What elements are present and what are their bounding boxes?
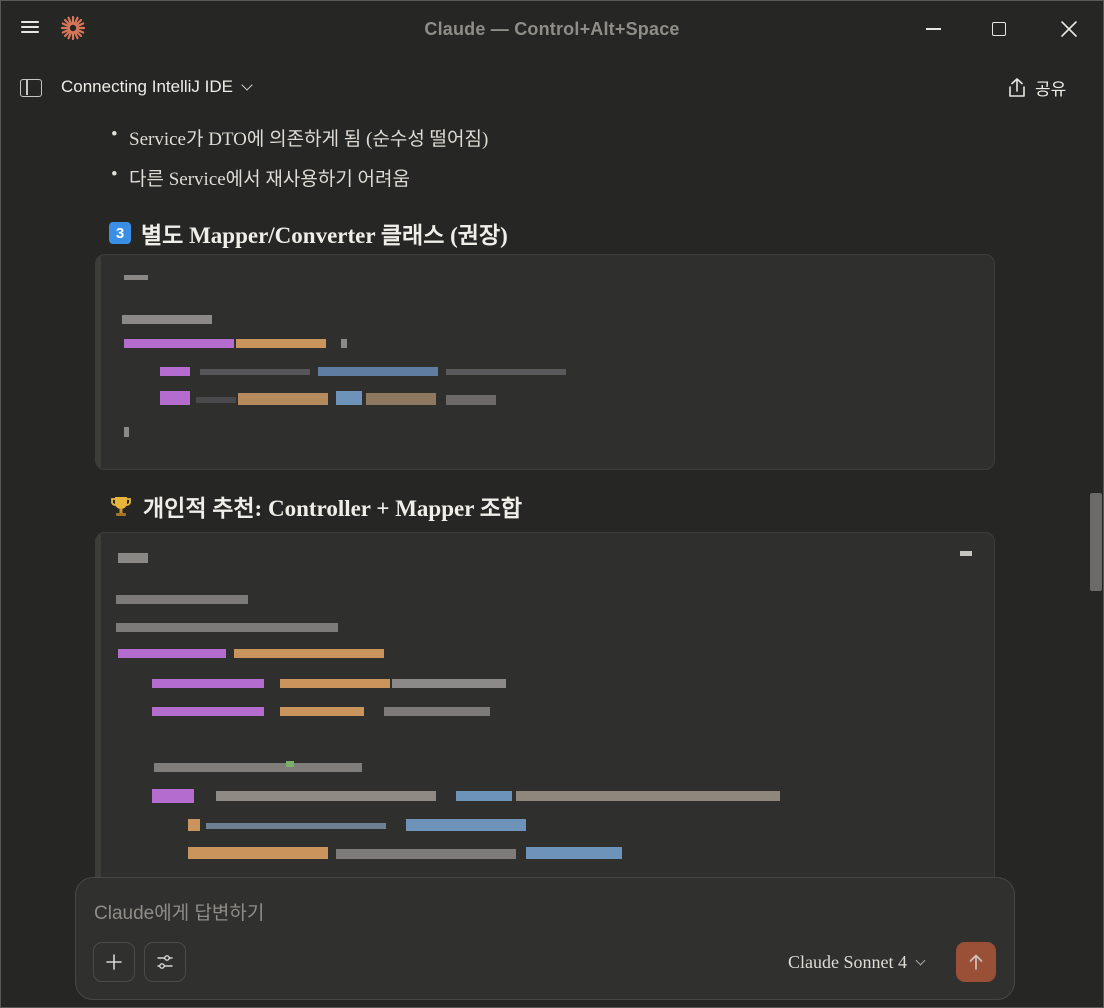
number-badge: 3 bbox=[109, 222, 131, 244]
conversation: Service가 DTO에 의존하게 됨 (순수성 떨어짐) 다른 Servic… bbox=[1, 111, 1103, 881]
recommendation-heading: 개인적 추천: Controller + Mapper 조합 bbox=[109, 489, 522, 523]
app-window: Claude — Control+Alt+Space Connecting In… bbox=[0, 0, 1104, 1008]
section-title: 별도 Mapper/Converter 클래스 (권장) bbox=[141, 223, 508, 248]
chevron-down-icon bbox=[915, 955, 926, 966]
close-icon[interactable] bbox=[1047, 13, 1091, 45]
recommendation-title: 개인적 추천: Controller + Mapper 조합 bbox=[143, 496, 523, 521]
code-block[interactable] bbox=[95, 532, 995, 881]
minimize-icon[interactable] bbox=[911, 13, 955, 45]
list-item: 다른 Service에서 재사용하기 어려움 bbox=[111, 164, 410, 191]
title-bar: Claude — Control+Alt+Space bbox=[1, 1, 1103, 57]
model-name: Claude Sonnet 4 bbox=[788, 952, 907, 972]
chevron-down-icon bbox=[241, 79, 253, 91]
plus-icon bbox=[106, 954, 122, 970]
sliders-icon bbox=[157, 955, 173, 969]
code-block-bar bbox=[96, 255, 101, 469]
arrow-up-icon bbox=[969, 954, 983, 970]
add-attachment-button[interactable] bbox=[93, 942, 135, 982]
trophy-icon bbox=[111, 497, 131, 516]
scrollbar-thumb[interactable] bbox=[1090, 493, 1102, 591]
share-icon bbox=[1009, 77, 1025, 97]
code-block-bar bbox=[96, 533, 101, 881]
code-block[interactable] bbox=[95, 254, 995, 470]
maximize-icon[interactable] bbox=[977, 13, 1021, 45]
share-button[interactable]: 공유 bbox=[1007, 75, 1066, 100]
send-button[interactable] bbox=[956, 942, 996, 982]
list-item: Service가 DTO에 의존하게 됨 (순수성 떨어짐) bbox=[111, 124, 488, 151]
chat-title-dropdown[interactable]: Connecting IntelliJ IDE bbox=[61, 77, 253, 97]
message-input[interactable]: Claude에게 답변하기 bbox=[94, 898, 264, 925]
share-label: 공유 bbox=[1035, 80, 1067, 99]
chat-title-text: Connecting IntelliJ IDE bbox=[61, 77, 233, 96]
model-selector[interactable]: Claude Sonnet 4 bbox=[788, 952, 926, 973]
sidebar-icon[interactable] bbox=[20, 79, 42, 97]
message-composer: Claude에게 답변하기 Claude Sonnet 4 bbox=[75, 877, 1015, 1000]
tools-button[interactable] bbox=[144, 942, 186, 982]
copy-icon[interactable] bbox=[960, 551, 972, 556]
section-heading-3: 3 별도 Mapper/Converter 클래스 (권장) bbox=[109, 216, 508, 250]
chat-header: Connecting IntelliJ IDE 공유 bbox=[1, 65, 1103, 111]
